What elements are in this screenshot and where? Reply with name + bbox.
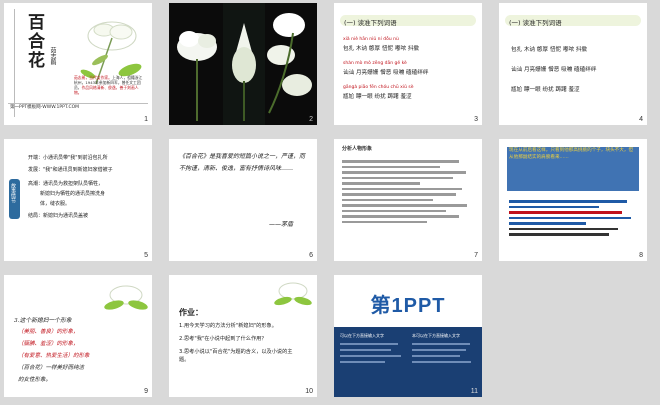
slide-number: 1	[144, 116, 148, 123]
plot-line-2: 发展："我"和通讯员到新媳妇家借被子	[28, 167, 113, 173]
plot-line-4: 新媳妇为牺牲的通讯员擦洗身	[40, 191, 106, 197]
author-bio: 茹志鹃，当代女作家。上海人，祖籍浙江杭州，1943年参加新四军，曾任文工团员，作…	[74, 75, 143, 95]
info-box-1: 可以在下方直接输入文字	[340, 333, 404, 389]
plot-line-6: 结局：新媳妇为通讯员盖被	[28, 213, 89, 219]
excerpt-text: 现在从前后看这样，只看到他那高挑挑的个子，块头不大，但从他那副结实的肩膀看来……	[509, 148, 634, 160]
plot-line-5: 体，缝衣服。	[40, 201, 71, 207]
slide-number: 5	[144, 252, 148, 259]
divider	[14, 9, 15, 117]
quote-text: 《百合花》是我喜爱的短篇小说之一，严谨，而不拘谨，清新、俊逸，富有抒情诗风味……	[179, 153, 306, 172]
slide-11[interactable]: 第1PPT 可以在下方直接输入文字 本可以在下方直接输入文字 11	[334, 275, 482, 397]
summary-line-2: （美丽、善良）的形象，	[18, 329, 79, 335]
slide-5[interactable]: 故事情节 开端：小通讯员带"我"到前沿包扎所 发展："我"和通讯员到新媳妇家借被…	[4, 139, 152, 261]
homework-item-2: 2.思考"我"在小说中起到了什么作用？	[179, 336, 267, 342]
plot-line-3: 高潮：通讯员为救担架队员牺牲，	[28, 181, 104, 187]
words-row-3: 尴尬 瞟一眼 纷扰 踌躇 羞涩	[511, 87, 580, 93]
slide-2[interactable]: 2	[169, 3, 317, 125]
summary-line-1: 3.这个新媳妇一个形象	[14, 318, 72, 324]
slide-1[interactable]: 百合花 茹志鹃 茹志鹃，当代女作家。上海人，祖籍浙江杭州，1943年参加新四军，…	[4, 3, 152, 125]
words-row-3: 尴尬 瞟一眼 纷扰 踌躇 羞涩	[343, 94, 412, 100]
words-row-2: 讪讪 月亮姗姗 憎恶 吸嘣 磕磕绊绊	[343, 70, 429, 76]
side-tab-label: 故事情节	[10, 183, 16, 203]
body-text-lines	[342, 157, 472, 226]
slide-number: 3	[474, 116, 478, 123]
info-box-2-title: 本可以在下方直接输入文字	[412, 333, 460, 338]
slide-number: 4	[639, 116, 643, 123]
pinyin-row-2: shàn mò mò zēng dān gě kè	[343, 61, 407, 66]
words-row-1: 包扎 木讷 憨厚 忸怩 嘟哝 抖擞	[511, 47, 588, 53]
slide-7[interactable]: 分析人物形象 7	[334, 139, 482, 261]
summary-line-4: （有爱意、热爱生活）的形象	[18, 353, 90, 359]
homework-item-1: 1.用今天学习的方法分析"新媳妇"的形象。	[179, 323, 277, 329]
pinyin-row-1: xiǎ niè hān niǔ ní dǒu nù	[343, 37, 399, 42]
slide-number: 8	[639, 252, 643, 259]
footer-text: 第一PPT模板网-WWW.1PPT.COM	[10, 105, 80, 110]
slide-3[interactable]: (一) 读准下列词语 xiǎ niè hān niǔ ní dǒu nù 包扎 …	[334, 3, 482, 125]
words-row-2: 讪讪 月亮姗姗 憎恶 吸嘣 磕磕绊绊	[511, 67, 597, 73]
slide-title: 百合花	[24, 13, 44, 70]
analysis-lines	[509, 197, 637, 239]
slide-author: 茹志鹃	[49, 47, 56, 65]
slide-number: 6	[309, 252, 313, 259]
slide-number: 2	[309, 116, 313, 123]
quote-signature: ——茅盾	[269, 221, 294, 228]
plot-line-1: 开端：小通讯员带"我"到前沿包扎所	[28, 155, 108, 161]
lily-photo	[169, 3, 317, 125]
summary-line-6: 的女性形象。	[18, 377, 52, 383]
slide-6[interactable]: 《百合花》是我喜爱的短篇小说之一，严谨，而不拘谨，清新、俊逸，富有抒情诗风味………	[169, 139, 317, 261]
slide-8[interactable]: 现在从前后看这样，只看到他那高挑挑的个子，块头不大，但从他那副结实的肩膀看来………	[499, 139, 647, 261]
slide-title: 分析人物形象	[342, 146, 373, 152]
slide-10[interactable]: 作业： 1.用今天学习的方法分析"新媳妇"的形象。 2.思考"我"在小说中起到了…	[169, 275, 317, 397]
slide-9[interactable]: 3.这个新媳妇一个形象 （美丽、善良）的形象， （腼腆、羞涩）的形象， （有爱意…	[4, 275, 152, 397]
footer-line	[8, 103, 148, 104]
lily-decoration	[104, 281, 148, 315]
lily-decoration	[273, 279, 313, 311]
words-row-1: 包扎 木讷 憨厚 忸怩 嘟哝 抖擞	[343, 46, 420, 52]
slide-grid: 百合花 茹志鹃 茹志鹃，当代女作家。上海人，祖籍浙江杭州，1943年参加新四军，…	[0, 0, 660, 405]
logo: 第1PPT	[344, 289, 472, 319]
homework-item-3: 3.思考小说以"百合花"为题的含义，以及小说的主题。	[179, 349, 293, 363]
info-box-2: 本可以在下方直接输入文字	[412, 333, 476, 389]
homework-title: 作业：	[179, 308, 203, 317]
summary-line-3: （腼腆、羞涩）的形象，	[18, 341, 79, 347]
slide-number: 11	[470, 388, 478, 395]
summary-line-5: （百合花）一样美好而纯洁	[18, 365, 85, 371]
slide-number: 9	[144, 388, 148, 395]
slide-header: (一) 读准下列词语	[344, 19, 397, 27]
slide-number: 10	[305, 388, 313, 395]
slide-header: (一) 读准下列词语	[509, 19, 562, 27]
pinyin-row-3: gāngà piāo fēn chóu chū xiǔ sè	[343, 85, 414, 90]
slide-number: 7	[474, 252, 478, 259]
info-box-1-title: 可以在下方直接输入文字	[340, 333, 384, 338]
logo-text: 第1PPT	[370, 295, 446, 317]
slide-4[interactable]: (一) 读准下列词语 包扎 木讷 憨厚 忸怩 嘟哝 抖擞 讪讪 月亮姗姗 憎恶 …	[499, 3, 647, 125]
